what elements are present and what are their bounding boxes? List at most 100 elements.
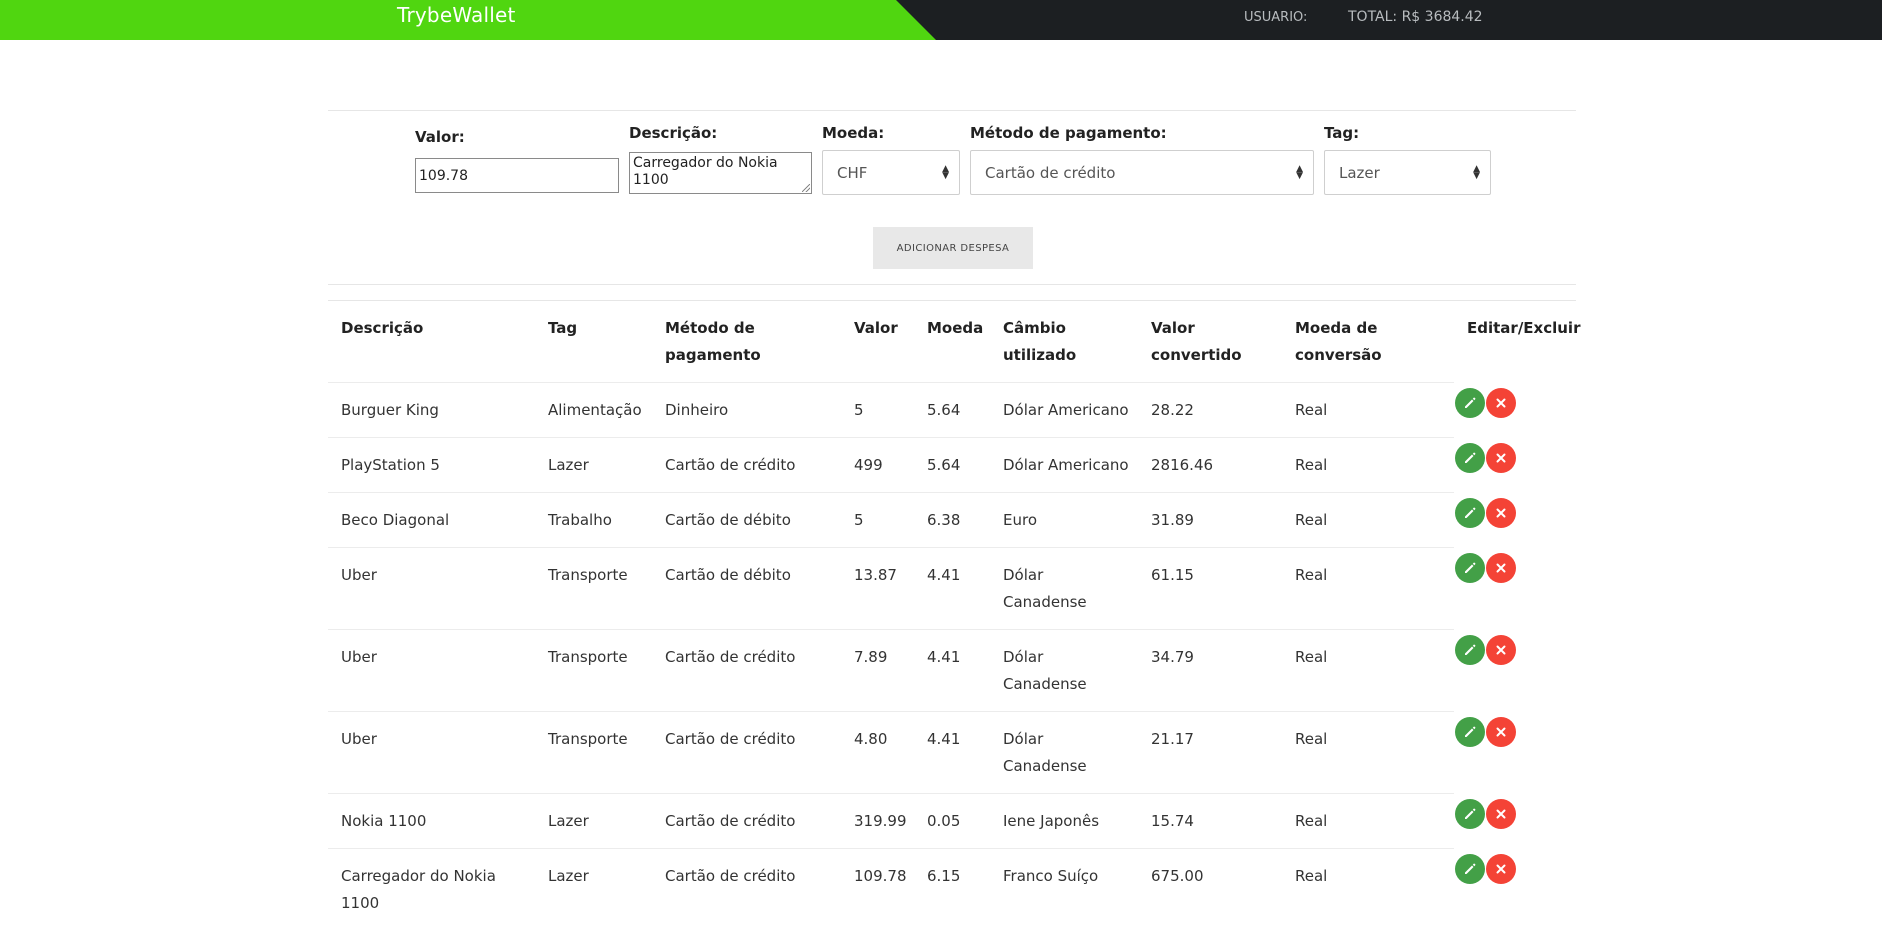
edit-button[interactable] xyxy=(1455,717,1485,747)
cell-cambio: Dólar Canadense xyxy=(1003,562,1087,616)
cell-descricao-line1: Beco Diagonal xyxy=(341,511,450,529)
cell-valor-convertido: 675.00 xyxy=(1151,867,1204,885)
delete-button[interactable] xyxy=(1486,799,1516,829)
moeda-select[interactable]: CHF ▲ ▼ xyxy=(822,150,960,195)
pencil-icon xyxy=(1465,507,1476,518)
cell-valor: 5 xyxy=(854,401,864,419)
edit-button[interactable] xyxy=(1455,443,1485,473)
cell-moeda-conversao: Real xyxy=(1295,730,1328,748)
descricao-label: Descrição: xyxy=(629,124,718,142)
cell-cambio: Dólar Americano xyxy=(1003,397,1129,424)
moeda-label: Moeda: xyxy=(822,124,885,142)
cell-metodo: Cartão de crédito xyxy=(665,456,796,474)
delete-button[interactable] xyxy=(1486,443,1516,473)
user-email-label: USUARIO: xyxy=(1244,10,1308,25)
cell-cambio: Euro xyxy=(1003,507,1037,534)
cell-descricao-line1: Carregador do Nokia xyxy=(341,867,496,885)
descricao-textarea[interactable]: Carregador do Nokia 1100 xyxy=(629,152,812,194)
cell-moeda: 4.41 xyxy=(927,730,961,748)
valor-input[interactable] xyxy=(415,158,619,193)
cell-descricao: Uber xyxy=(341,644,377,671)
cell-moeda: 5.64 xyxy=(927,401,961,419)
col-conversao-line2: conversão xyxy=(1295,346,1382,364)
col-valor-convertido: Valor convertido xyxy=(1151,315,1242,369)
form-top-divider xyxy=(328,110,1576,111)
edit-button[interactable] xyxy=(1455,635,1485,665)
cell-descricao-line1: Uber xyxy=(341,648,377,666)
metodo-label: Método de pagamento: xyxy=(970,124,1167,142)
close-icon xyxy=(1496,864,1506,874)
cell-cambio-line1: Dólar xyxy=(1003,648,1044,666)
cell-valor: 109.78 xyxy=(854,867,907,885)
close-icon xyxy=(1496,508,1506,518)
col-valor: Valor xyxy=(854,319,898,337)
delete-button[interactable] xyxy=(1486,635,1516,665)
cell-moeda-conversao: Real xyxy=(1295,566,1328,584)
edit-button[interactable] xyxy=(1455,854,1485,884)
pencil-icon xyxy=(1465,562,1476,573)
edit-button[interactable] xyxy=(1455,553,1485,583)
cell-valor: 5 xyxy=(854,511,864,529)
cell-tag: Transporte xyxy=(548,730,628,748)
cell-metodo: Cartão de crédito xyxy=(665,648,796,666)
edit-button[interactable] xyxy=(1455,799,1485,829)
delete-button[interactable] xyxy=(1486,388,1516,418)
cell-moeda-conversao: Real xyxy=(1295,648,1328,666)
pencil-icon xyxy=(1465,863,1476,874)
pencil-icon xyxy=(1465,808,1476,819)
cell-metodo: Cartão de débito xyxy=(665,566,791,584)
cell-tag: Lazer xyxy=(548,812,589,830)
cell-moeda: 0.05 xyxy=(927,812,961,830)
cell-tag: Trabalho xyxy=(548,511,612,529)
cell-moeda: 4.41 xyxy=(927,566,961,584)
col-metodo-line2: pagamento xyxy=(665,346,761,364)
metodo-select[interactable]: Cartão de crédito ▲ ▼ xyxy=(970,150,1314,195)
col-editar-excluir: Editar/Excluir xyxy=(1467,319,1581,337)
cell-cambio-line1: Dólar xyxy=(1003,566,1044,584)
cell-valor-convertido: 31.89 xyxy=(1151,511,1194,529)
cell-cambio-line2: Canadense xyxy=(1003,757,1087,775)
cell-cambio: Dólar Canadense xyxy=(1003,644,1087,698)
tag-select[interactable]: Lazer ▲ ▼ xyxy=(1324,150,1491,195)
form-bottom-divider xyxy=(328,284,1576,285)
delete-button[interactable] xyxy=(1486,553,1516,583)
col-moeda-conversao: Moeda de conversão xyxy=(1295,315,1382,369)
cell-cambio: Dólar Canadense xyxy=(1003,726,1087,780)
delete-button[interactable] xyxy=(1486,854,1516,884)
close-icon xyxy=(1496,398,1506,408)
delete-button[interactable] xyxy=(1486,717,1516,747)
resize-grip-icon[interactable] xyxy=(802,184,810,192)
edit-button[interactable] xyxy=(1455,498,1485,528)
pencil-icon xyxy=(1465,452,1476,463)
select-arrows-icon: ▲ ▼ xyxy=(1296,163,1303,181)
close-icon xyxy=(1496,563,1506,573)
pencil-icon xyxy=(1465,397,1476,408)
row-divider xyxy=(328,629,1454,630)
cell-cambio-line1: Dólar Americano xyxy=(1003,456,1129,474)
cell-metodo: Cartão de crédito xyxy=(665,812,796,830)
close-icon xyxy=(1496,727,1506,737)
cell-descricao: Uber xyxy=(341,562,377,589)
col-convertido-line1: Valor xyxy=(1151,319,1195,337)
col-metodo: Método de pagamento xyxy=(665,315,761,369)
cell-cambio-line1: Dólar Americano xyxy=(1003,401,1129,419)
total-expenses: TOTAL: R$ 3684.42 xyxy=(1348,9,1483,25)
edit-button[interactable] xyxy=(1455,388,1485,418)
add-expense-button[interactable]: ADICIONAR DESPESA xyxy=(873,227,1033,269)
app-title: TrybeWallet xyxy=(397,3,516,27)
delete-button[interactable] xyxy=(1486,498,1516,528)
row-divider xyxy=(328,437,1454,438)
cell-tag: Alimentação xyxy=(548,401,642,419)
cell-tag: Lazer xyxy=(548,456,589,474)
cell-descricao-line1: Uber xyxy=(341,566,377,584)
row-divider xyxy=(328,793,1454,794)
cell-valor: 7.89 xyxy=(854,648,888,666)
close-icon xyxy=(1496,809,1506,819)
cell-valor-convertido: 15.74 xyxy=(1151,812,1194,830)
cell-moeda: 6.15 xyxy=(927,867,961,885)
top-header: TrybeWallet USUARIO: TOTAL: R$ 3684.42 xyxy=(0,0,1882,40)
cell-descricao: Burguer King xyxy=(341,397,439,424)
select-arrows-icon: ▲ ▼ xyxy=(942,163,949,181)
cell-valor-convertido: 61.15 xyxy=(1151,566,1194,584)
descricao-field[interactable]: Carregador do Nokia 1100 xyxy=(629,152,812,194)
